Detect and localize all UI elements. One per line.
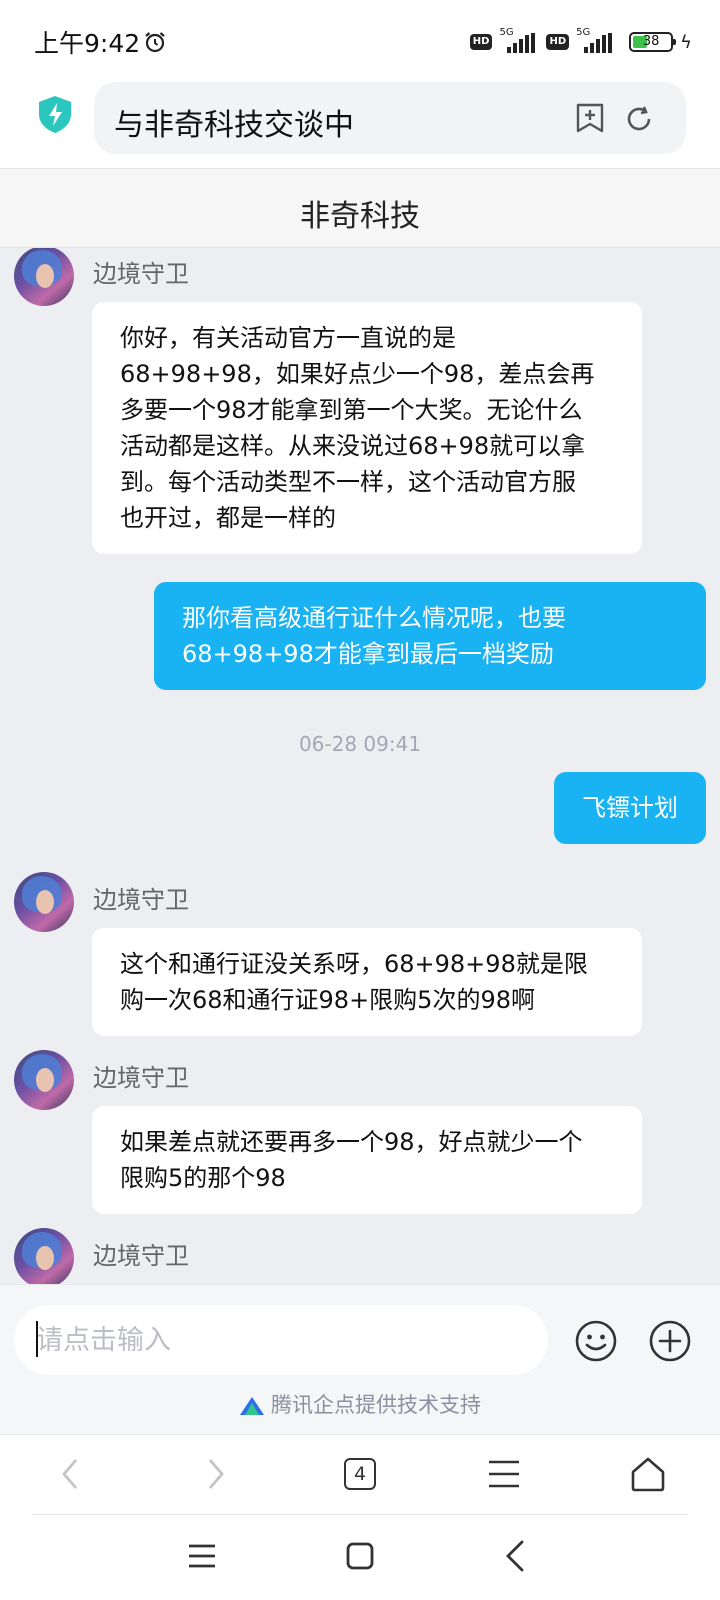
- message-input-box[interactable]: [14, 1305, 548, 1375]
- home-button-icon[interactable]: [340, 1536, 380, 1576]
- address-bar-row: 与非奇科技交谈中: [0, 82, 720, 168]
- signal-icon-1: 5G: [499, 27, 539, 55]
- address-bar[interactable]: 与非奇科技交谈中: [94, 82, 686, 154]
- home-icon: [631, 1457, 665, 1492]
- shield-bolt-icon[interactable]: [36, 94, 74, 134]
- sender-name: 边境守卫: [93, 1242, 189, 1270]
- back-icon: [62, 1459, 78, 1489]
- forward-button[interactable]: [188, 1449, 244, 1499]
- divider: [32, 1514, 688, 1515]
- sender-name: 边境守卫: [93, 1064, 189, 1092]
- recents-icon[interactable]: [182, 1536, 222, 1576]
- forward-icon: [208, 1459, 224, 1489]
- tencent-qidian-logo-icon: [240, 1397, 264, 1415]
- avatar[interactable]: [14, 872, 74, 932]
- message-line: 活动都是这样。从来没说过68+98就可以拿: [120, 432, 586, 460]
- timestamp-separator: 06-28 09:41: [298, 732, 422, 756]
- back-button[interactable]: [42, 1449, 98, 1499]
- message-line: 限购5的那个98: [120, 1164, 286, 1192]
- charging-icon: ϟ: [680, 31, 692, 53]
- refresh-icon[interactable]: [624, 104, 654, 134]
- message-bubble-outgoing[interactable]: 那你看高级通行证什么情况呢，也要 68+98+98才能拿到最后一档奖励: [154, 582, 706, 690]
- message-line: 这个和通行证没关系呀，68+98+98就是限: [120, 950, 588, 978]
- menu-button[interactable]: [476, 1449, 532, 1499]
- message-line: 那你看高级通行证什么情况呢，也要: [182, 604, 566, 632]
- home-button[interactable]: [620, 1449, 676, 1499]
- message-line: 你好，有关活动官方一直说的是: [120, 324, 456, 352]
- add-attachment-icon[interactable]: [648, 1319, 692, 1363]
- message-bubble-incoming[interactable]: 这个和通行证没关系呀，68+98+98就是限 购一次68和通行证98+限购5次的…: [92, 928, 642, 1036]
- tab-count: 4: [344, 1458, 376, 1490]
- chat-header: 非奇科技: [0, 168, 720, 248]
- message-line: 多要一个98才能拿到第一个大奖。无论什么: [120, 396, 583, 424]
- message-line: 68+98+98才能拿到最后一档奖励: [182, 640, 554, 668]
- message-line: 也开过，都是一样的: [120, 504, 336, 532]
- back-button-icon[interactable]: [496, 1536, 536, 1576]
- powered-by-text: 腾讯企点提供技术支持: [271, 1393, 481, 1417]
- hd-badge-2: HD: [546, 34, 570, 50]
- sender-name: 边境守卫: [93, 886, 189, 914]
- message-line: 如果差点就还要再多一个98，好点就少一个: [120, 1128, 583, 1156]
- signal-icon-2: 5G: [576, 27, 616, 55]
- status-indicators: HD 5G HD 5G 38 ϟ: [469, 27, 692, 56]
- message-line: 68+98+98，如果好点少一个98，差点会再: [120, 360, 595, 388]
- message-list[interactable]: 边境守卫 你好，有关活动官方一直说的是 68+98+98，如果好点少一个98，差…: [0, 248, 720, 1284]
- powered-by: 腾讯企点提供技术支持: [0, 1389, 720, 1419]
- input-area: 腾讯企点提供技术支持: [0, 1284, 720, 1434]
- battery-level: 38: [642, 34, 660, 49]
- status-time: 上午9:42: [34, 29, 141, 58]
- avatar[interactable]: [14, 248, 74, 306]
- message-bubble-outgoing[interactable]: 飞镖计划: [554, 772, 706, 844]
- battery-icon: 38: [629, 32, 677, 52]
- system-navigation-bar: [0, 1514, 720, 1600]
- avatar[interactable]: [14, 1050, 74, 1110]
- add-bookmark-icon[interactable]: [574, 102, 606, 134]
- message-bubble-incoming[interactable]: 你好，有关活动官方一直说的是 68+98+98，如果好点少一个98，差点会再 多…: [92, 302, 642, 554]
- message-input[interactable]: [36, 1319, 516, 1361]
- hd-badge-1: HD: [469, 34, 493, 50]
- message-line: 到。每个活动类型不一样，这个活动官方服: [120, 468, 576, 496]
- status-bar: 上午9:42 HD 5G HD 5G 38 ϟ: [0, 0, 720, 82]
- chat-title: 非奇科技: [300, 199, 420, 234]
- avatar[interactable]: [14, 1228, 74, 1284]
- browser-toolbar: 4: [0, 1434, 720, 1514]
- message-line: 飞镖计划: [582, 794, 678, 822]
- text-caret: [36, 1321, 38, 1357]
- page-title: 与非奇科技交谈中: [114, 108, 354, 143]
- message-line: 购一次68和通行证98+限购5次的98啊: [120, 986, 535, 1014]
- message-bubble-incoming[interactable]: 如果差点就还要再多一个98，好点就少一个 限购5的那个98: [92, 1106, 642, 1214]
- alarm-icon: [145, 32, 165, 53]
- tabs-button[interactable]: 4: [332, 1449, 388, 1499]
- menu-icon: [489, 1460, 519, 1488]
- sender-name: 边境守卫: [93, 260, 189, 288]
- emoji-icon[interactable]: [574, 1319, 618, 1363]
